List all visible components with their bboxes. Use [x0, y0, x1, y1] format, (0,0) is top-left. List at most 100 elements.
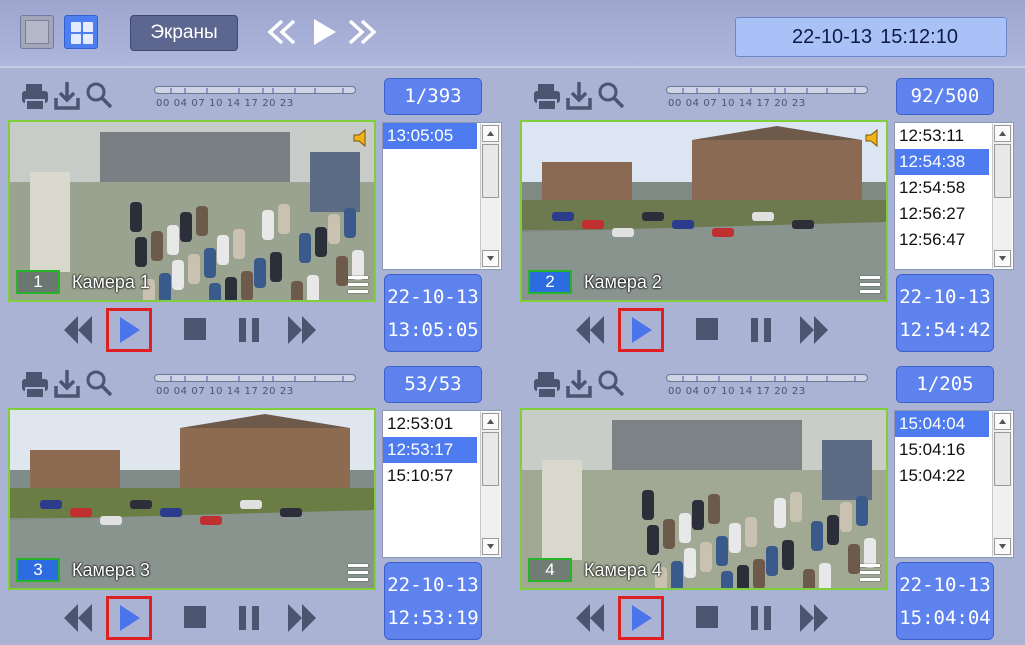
- event-time-item[interactable]: 15:04:22: [895, 463, 989, 489]
- timeline-slider[interactable]: 00 04 07 10 14 17 20 23: [154, 372, 356, 404]
- event-time-item[interactable]: 12:54:58: [895, 175, 989, 201]
- screens-button[interactable]: Экраны: [130, 15, 238, 51]
- rewind-button[interactable]: [54, 308, 100, 352]
- camera-menu-button[interactable]: [860, 564, 880, 582]
- stop-button[interactable]: [684, 596, 730, 640]
- event-list-scrollbar[interactable]: [480, 124, 500, 268]
- event-time-item[interactable]: 15:04:04: [895, 411, 989, 437]
- playback-datetime: 22-10-13 13:05:05: [384, 274, 482, 352]
- grid-view-button[interactable]: [64, 15, 98, 49]
- timeline-tick: [170, 376, 172, 381]
- play-button[interactable]: [618, 596, 664, 640]
- event-time-list[interactable]: 12:53:01 12:53:17 15:10:57: [382, 410, 502, 558]
- timeline-slider[interactable]: 00 04 07 10 14 17 20 23: [666, 84, 868, 116]
- timeline-tick: [184, 88, 186, 93]
- play-button[interactable]: [106, 308, 152, 352]
- print-button[interactable]: [20, 76, 50, 116]
- print-button[interactable]: [532, 364, 562, 404]
- play-button[interactable]: [106, 596, 152, 640]
- zoom-button[interactable]: [84, 364, 114, 404]
- event-time-list[interactable]: 15:04:04 15:04:16 15:04:22: [894, 410, 1014, 558]
- pause-button[interactable]: [738, 308, 784, 352]
- event-time-item[interactable]: 12:53:11: [895, 123, 989, 149]
- search-icon: [86, 82, 113, 109]
- event-time-item[interactable]: 12:56:47: [895, 227, 989, 253]
- zoom-button[interactable]: [596, 364, 626, 404]
- search-icon: [598, 82, 625, 109]
- next-screen-button[interactable]: [342, 13, 382, 51]
- arrow-up-icon: [999, 131, 1006, 136]
- event-time-item[interactable]: 12:53:01: [383, 411, 477, 437]
- scroll-thumb[interactable]: [994, 432, 1011, 486]
- stop-button[interactable]: [172, 596, 218, 640]
- export-button[interactable]: [564, 364, 594, 404]
- video-view[interactable]: 1 Камера 1: [8, 120, 376, 302]
- export-button[interactable]: [52, 364, 82, 404]
- video-view[interactable]: 4 Камера 4: [520, 408, 888, 590]
- scroll-up-button[interactable]: [482, 413, 499, 430]
- scroll-thumb[interactable]: [482, 432, 499, 486]
- camera-menu-button[interactable]: [860, 276, 880, 294]
- fast-forward-button[interactable]: [792, 596, 838, 640]
- event-list-scrollbar[interactable]: [480, 412, 500, 556]
- event-time-item[interactable]: 12:54:38: [895, 149, 989, 175]
- camera-menu-button[interactable]: [348, 276, 368, 294]
- scroll-down-button[interactable]: [994, 250, 1011, 267]
- play-icon: [314, 19, 336, 45]
- rewind-button[interactable]: [566, 308, 612, 352]
- prev-screen-button[interactable]: [262, 13, 302, 51]
- scroll-down-button[interactable]: [482, 250, 499, 267]
- camera-number: 4: [528, 558, 572, 582]
- fast-forward-button[interactable]: [792, 308, 838, 352]
- scroll-down-button[interactable]: [994, 538, 1011, 555]
- pause-button[interactable]: [738, 596, 784, 640]
- playback-date: 22-10-13: [387, 574, 479, 596]
- timeline-slider[interactable]: 00 04 07 10 14 17 20 23: [154, 84, 356, 116]
- scroll-up-button[interactable]: [994, 413, 1011, 430]
- event-time-item[interactable]: 15:10:57: [383, 463, 477, 489]
- timeline-tick: [826, 376, 828, 381]
- event-time-list[interactable]: 13:05:05: [382, 122, 502, 270]
- single-view-button[interactable]: [20, 15, 54, 49]
- export-button[interactable]: [564, 76, 594, 116]
- timeline-tick: [774, 376, 776, 381]
- event-time-item[interactable]: 12:53:17: [383, 437, 477, 463]
- print-button[interactable]: [532, 76, 562, 116]
- scroll-thumb[interactable]: [994, 144, 1011, 198]
- event-list-scrollbar[interactable]: [992, 124, 1012, 268]
- timeline-slider[interactable]: 00 04 07 10 14 17 20 23: [666, 372, 868, 404]
- rewind-button[interactable]: [566, 596, 612, 640]
- camera-menu-button[interactable]: [348, 564, 368, 582]
- scroll-up-button[interactable]: [994, 125, 1011, 142]
- print-button[interactable]: [20, 364, 50, 404]
- playback-datetime: 22-10-13 12:54:42: [896, 274, 994, 352]
- event-time-item[interactable]: 15:04:16: [895, 437, 989, 463]
- event-time-list[interactable]: 12:53:11 12:54:38 12:54:58 12:56:27 12:56:47: [894, 122, 1014, 270]
- scroll-thumb[interactable]: [482, 144, 499, 198]
- sound-button[interactable]: [352, 128, 370, 148]
- sound-button[interactable]: [864, 128, 882, 148]
- event-list-scrollbar[interactable]: [992, 412, 1012, 556]
- scroll-up-button[interactable]: [482, 125, 499, 142]
- stop-button[interactable]: [172, 308, 218, 352]
- scroll-down-button[interactable]: [482, 538, 499, 555]
- export-button[interactable]: [52, 76, 82, 116]
- timeline-tick: [238, 88, 240, 93]
- play-button[interactable]: [618, 308, 664, 352]
- video-view[interactable]: 3 Камера 3: [8, 408, 376, 590]
- zoom-button[interactable]: [84, 76, 114, 116]
- timeline-tick: [272, 88, 274, 93]
- playback-time: 12:53:19: [387, 607, 479, 629]
- stop-button[interactable]: [684, 308, 730, 352]
- event-time-item[interactable]: 12:56:27: [895, 201, 989, 227]
- play-screens-button[interactable]: [306, 13, 340, 51]
- pause-button[interactable]: [226, 308, 272, 352]
- pause-button[interactable]: [226, 596, 272, 640]
- zoom-button[interactable]: [596, 76, 626, 116]
- video-view[interactable]: 2 Камера 2: [520, 120, 888, 302]
- fast-forward-button[interactable]: [280, 596, 326, 640]
- rewind-button[interactable]: [54, 596, 100, 640]
- timeline-tick: [342, 88, 344, 93]
- fast-forward-button[interactable]: [280, 308, 326, 352]
- event-time-item[interactable]: 13:05:05: [383, 123, 477, 149]
